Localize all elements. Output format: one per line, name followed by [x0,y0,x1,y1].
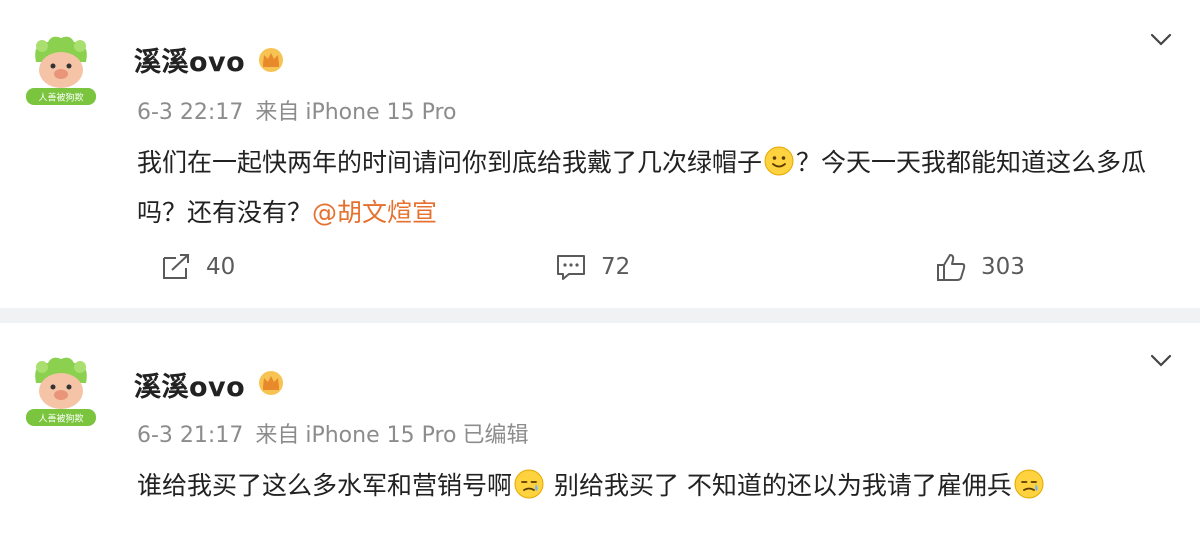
post-actions: 40 72 303 [0,252,1200,288]
device-source[interactable]: iPhone 15 Pro [305,423,456,448]
crown-badge-icon [259,371,283,395]
like-count: 303 [981,254,1025,280]
post-meta: 6-3 21:17 来自 iPhone 15 Pro 已编辑 [137,417,541,449]
post-divider [0,308,1200,323]
source-prefix: 来自 [255,423,300,448]
crown-badge-icon [259,48,283,72]
username[interactable]: 溪溪ovo [134,40,245,79]
avatar-caption: 人善被狗欺 [38,92,83,104]
avatar[interactable]: 人善被狗欺 [22,353,100,431]
edited-label[interactable]: 已编辑 [463,423,529,448]
weibo-post-1: 人善被狗欺 溪溪ovo 6-3 22:17 来自 iPhone 15 Pro 我们在… [0,0,1200,308]
post-text-part2: 别给我买了 不知道的还以为我请了雇佣兵 [546,471,1012,500]
chevron-down-icon[interactable] [1150,33,1172,47]
sweat-emoji [514,469,544,499]
device-source[interactable]: iPhone 15 Pro [305,100,456,125]
post-text-part1: 我们在一起快两年的时间请问你到底给我戴了几次绿帽子 [137,148,763,177]
post-date: 6-3 22:17 [137,100,244,125]
post-text: 谁给我买了这么多水军和营销号啊 别给我买了 不知道的还以为我请了雇佣兵 [137,461,1157,511]
avatar[interactable]: 人善被狗欺 [22,32,100,110]
post-text: 我们在一起快两年的时间请问你到底给我戴了几次绿帽子 ？今天一天我都能知道这么多瓜… [137,138,1157,238]
post-date: 6-3 21:17 [137,423,244,448]
comment-count: 72 [601,254,631,280]
mention-link[interactable]: @胡文煊宣 [312,198,437,227]
chevron-down-icon[interactable] [1150,354,1172,368]
post-meta: 6-3 22:17 来自 iPhone 15 Pro [137,94,469,126]
weibo-post-2: 人善被狗欺 溪溪ovo 6-3 21:17 来自 iPhone 15 Pro 已编辑 … [0,323,1200,560]
comment-icon [557,255,585,280]
avatar-caption: 人善被狗欺 [38,413,83,425]
share-count: 40 [206,254,236,280]
username[interactable]: 溪溪ovo [134,365,245,404]
smile-emoji [764,146,794,176]
share-button[interactable]: 40 [160,252,235,282]
share-icon [163,254,189,279]
like-button[interactable]: 303 [935,252,1025,282]
sweat-emoji [1014,469,1044,499]
comment-button[interactable]: 72 [555,252,630,282]
thumbs-up-icon [937,254,966,281]
post-text-part1: 谁给我买了这么多水军和营销号啊 [137,471,513,500]
source-prefix: 来自 [255,100,300,125]
